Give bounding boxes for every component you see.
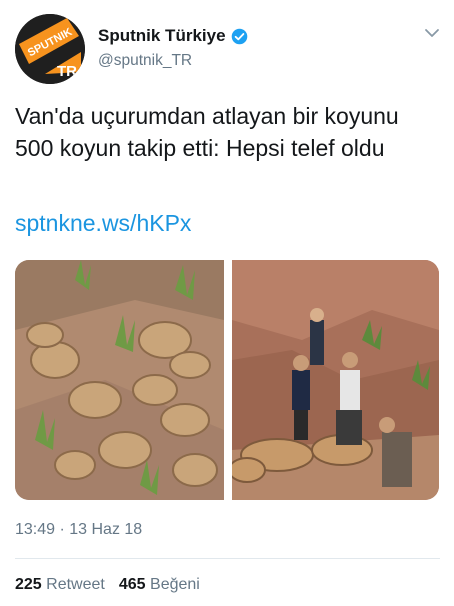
display-name[interactable]: Sputnik Türkiye [98, 26, 226, 46]
retweet-count: 225 [15, 576, 42, 593]
tweet-media[interactable] [15, 260, 439, 500]
like-label: Beğeni [150, 576, 200, 593]
photo-villagers[interactable] [232, 260, 439, 500]
sputnik-logo: SPUTNIK TR [15, 14, 85, 84]
tweet-timestamp[interactable]: 13:49 · 13 Haz 18 [15, 521, 142, 539]
like-stat[interactable]: 465 Beğeni [119, 576, 200, 594]
like-count: 465 [118, 576, 146, 593]
retweet-stat[interactable]: 225 Retweet [15, 576, 105, 594]
tweet-stats: 225 Retweet 465 Beğeni [15, 576, 200, 594]
retweet-label: Retweet [46, 576, 105, 593]
handle[interactable]: @sputnik_TR [98, 52, 248, 70]
account-names: Sputnik Türkiye @sputnik_TR [98, 26, 248, 70]
display-name-row[interactable]: Sputnik Türkiye [98, 26, 248, 46]
tweet-link[interactable]: sptnkne.ws/hKPx [15, 207, 191, 239]
divider [15, 558, 440, 559]
photo-dead-sheep[interactable] [15, 260, 224, 500]
verified-badge-icon [231, 28, 247, 44]
chevron-down-icon[interactable] [424, 25, 440, 41]
photo-left-image [15, 260, 224, 500]
avatar[interactable]: SPUTNIK TR [15, 14, 85, 84]
photo-right-image [232, 260, 439, 500]
svg-text:TR: TR [57, 63, 77, 80]
tweet-header: SPUTNIK TR Sputnik Türkiye @sputnik_TR [15, 14, 443, 84]
tweet-text: Van'da uçurumdan atlayan bir koyunu 500 … [15, 103, 399, 161]
